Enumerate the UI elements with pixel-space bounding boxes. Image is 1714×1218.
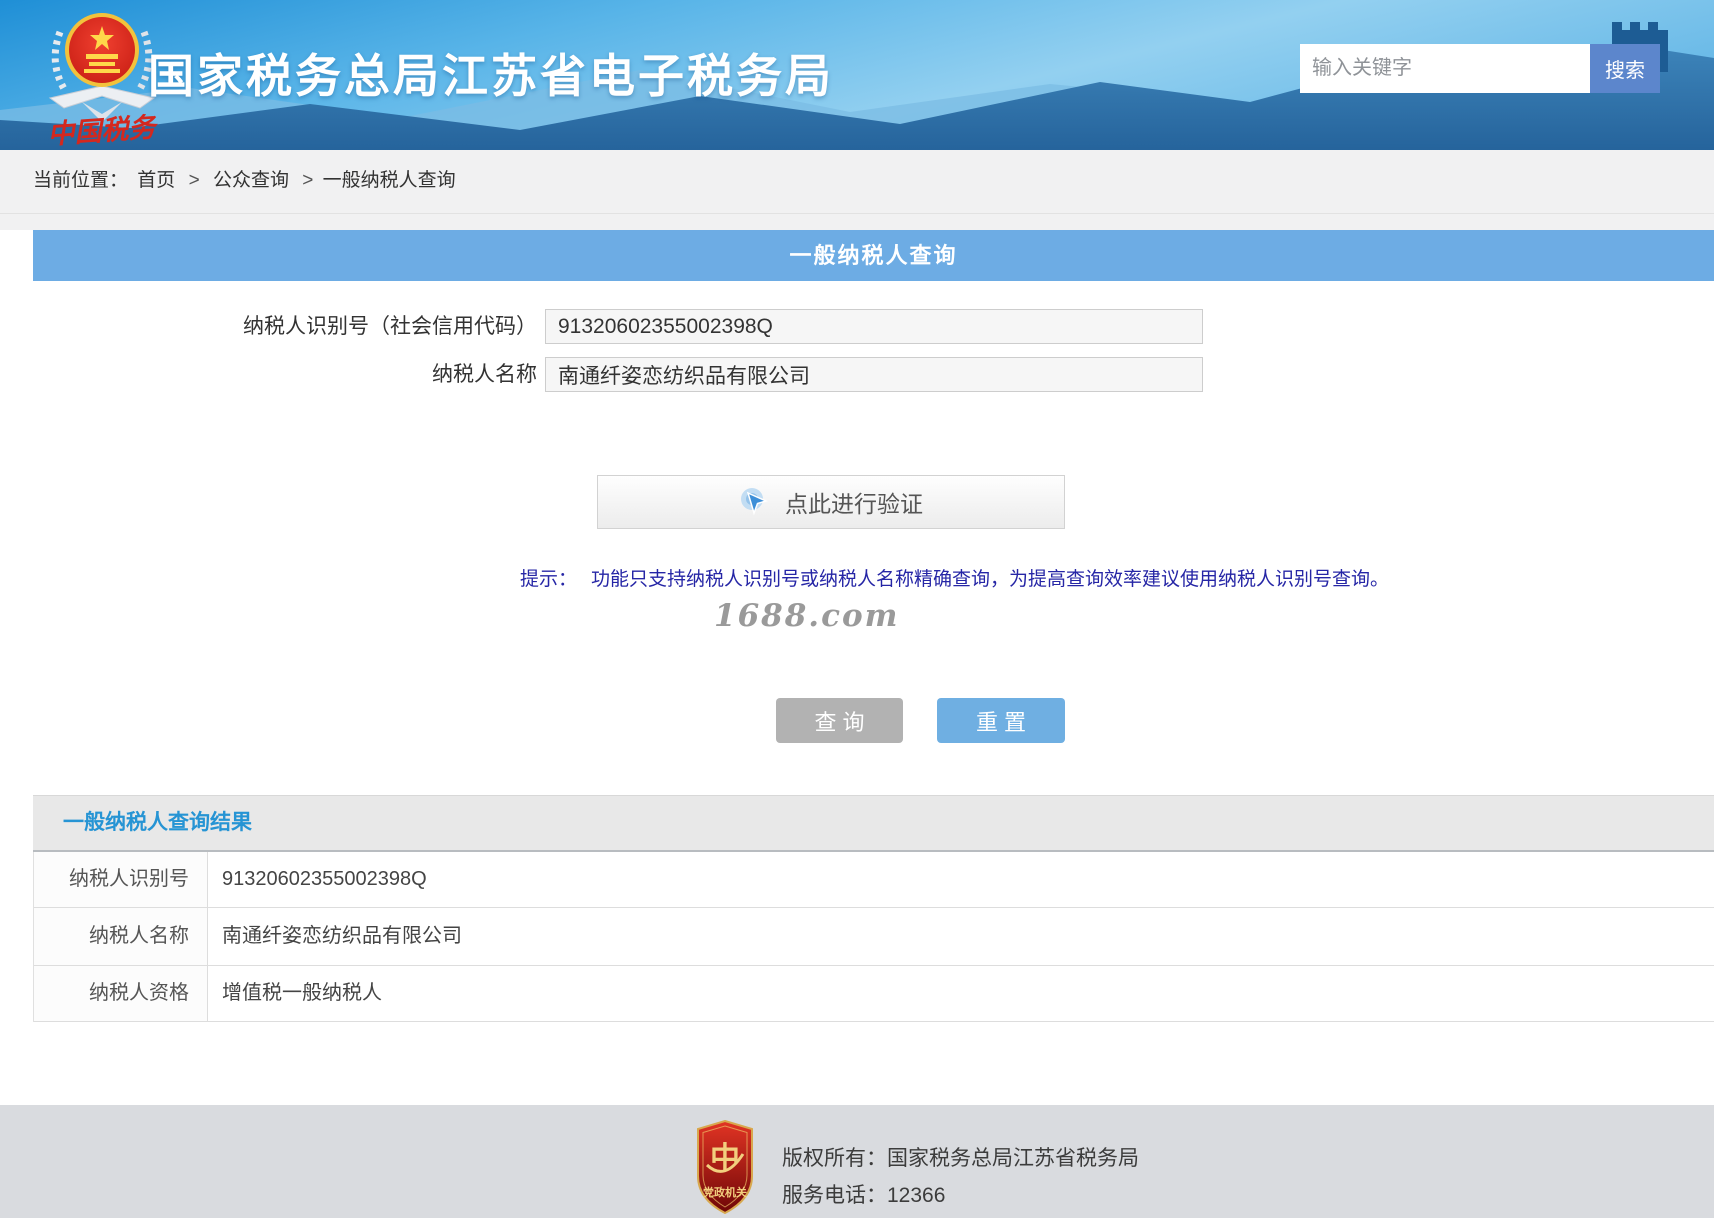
footer-text: 版权所有：国家税务总局江苏省税务局 服务电话：12366 xyxy=(782,1140,1139,1214)
result-taxpayer-name-label: 纳税人名称 xyxy=(34,908,208,965)
divider xyxy=(0,213,1714,214)
breadcrumb-bar: 当前位置： 首页 > 公众查询 > 一般纳税人查询 xyxy=(0,150,1714,230)
results-title: 一般纳税人查询结果 xyxy=(33,795,1714,852)
cursor-click-icon xyxy=(741,488,769,516)
watermark: 1688.com xyxy=(714,598,900,634)
taxpayer-name-label: 纳税人名称 xyxy=(432,363,537,386)
site-footer: 中 党政机关 版权所有：国家税务总局江苏省税务局 服务电话：12366 xyxy=(0,1105,1714,1218)
general-taxpayer-query-page: 中国税务 国家税务总局江苏省电子税务局 搜索 当前位置： 首页 > 公众查询 >… xyxy=(0,0,1714,1218)
hint-label: 提示： xyxy=(520,569,578,590)
table-row: 纳税人资格 增值税一般纳税人 xyxy=(34,966,1714,1022)
breadcrumb-public-query-link[interactable]: 公众查询 xyxy=(213,170,289,191)
breadcrumb-current: 一般纳税人查询 xyxy=(322,170,456,191)
query-hint: 提示： 功能只支持纳税人识别号或纳税人名称精确查询，为提高查询效率建议使用纳税人识… xyxy=(520,564,1389,591)
result-taxpayer-id-value: 91320602355002398Q xyxy=(222,868,427,890)
badge-label: 党政机关 xyxy=(703,1185,747,1199)
query-results-section: 一般纳税人查询结果 纳税人识别号 91320602355002398Q 纳税人名… xyxy=(33,795,1714,1022)
site-header: 中国税务 国家税务总局江苏省电子税务局 搜索 xyxy=(0,0,1714,150)
result-taxpayer-name-value: 南通纤姿恋纺织品有限公司 xyxy=(222,925,462,947)
verify-button[interactable]: 点此进行验证 xyxy=(597,475,1065,529)
table-row: 纳税人名称 南通纤姿恋纺织品有限公司 xyxy=(34,908,1714,966)
site-title: 国家税务总局江苏省电子税务局 xyxy=(148,50,834,102)
query-button[interactable]: 查 询 xyxy=(776,698,903,743)
verify-button-label: 点此进行验证 xyxy=(785,491,923,517)
breadcrumb-prefix: 当前位置： xyxy=(33,170,129,191)
taxpayer-name-input[interactable] xyxy=(545,357,1203,392)
result-taxpayer-qualification-value: 增值税一般纳税人 xyxy=(222,982,382,1004)
search-input[interactable] xyxy=(1300,44,1590,93)
results-table: 纳税人识别号 91320602355002398Q 纳税人名称 南通纤姿恋纺织品… xyxy=(33,852,1714,1022)
breadcrumb-home-link[interactable]: 首页 xyxy=(137,170,175,191)
copyright-text: 版权所有：国家税务总局江苏省税务局 xyxy=(782,1147,1139,1170)
taxpayer-id-label: 纳税人识别号（社会信用代码） xyxy=(243,315,537,338)
breadcrumb-separator: > xyxy=(188,170,200,191)
reset-button[interactable]: 重 置 xyxy=(937,698,1065,743)
result-taxpayer-qualification-label: 纳税人资格 xyxy=(34,966,208,1021)
party-government-badge-icon: 中 党政机关 xyxy=(697,1120,753,1214)
search-button[interactable]: 搜索 xyxy=(1590,44,1660,93)
result-taxpayer-id-label: 纳税人识别号 xyxy=(34,852,208,907)
page-title: 一般纳税人查询 xyxy=(33,230,1714,281)
taxpayer-id-input[interactable] xyxy=(545,309,1203,344)
service-phone: 服务电话：12366 xyxy=(782,1184,946,1207)
site-search: 搜索 xyxy=(1300,44,1660,93)
china-tax-emblem-logo: 中国税务 xyxy=(46,13,160,148)
logo-caption: 中国税务 xyxy=(46,112,160,148)
breadcrumb-separator: > xyxy=(302,170,314,191)
table-row: 纳税人识别号 91320602355002398Q xyxy=(34,852,1714,908)
hint-text: 功能只支持纳税人识别号或纳税人名称精确查询，为提高查询效率建议使用纳税人识别号查… xyxy=(591,569,1390,590)
breadcrumb: 当前位置： 首页 > 公众查询 > 一般纳税人查询 xyxy=(33,165,456,192)
